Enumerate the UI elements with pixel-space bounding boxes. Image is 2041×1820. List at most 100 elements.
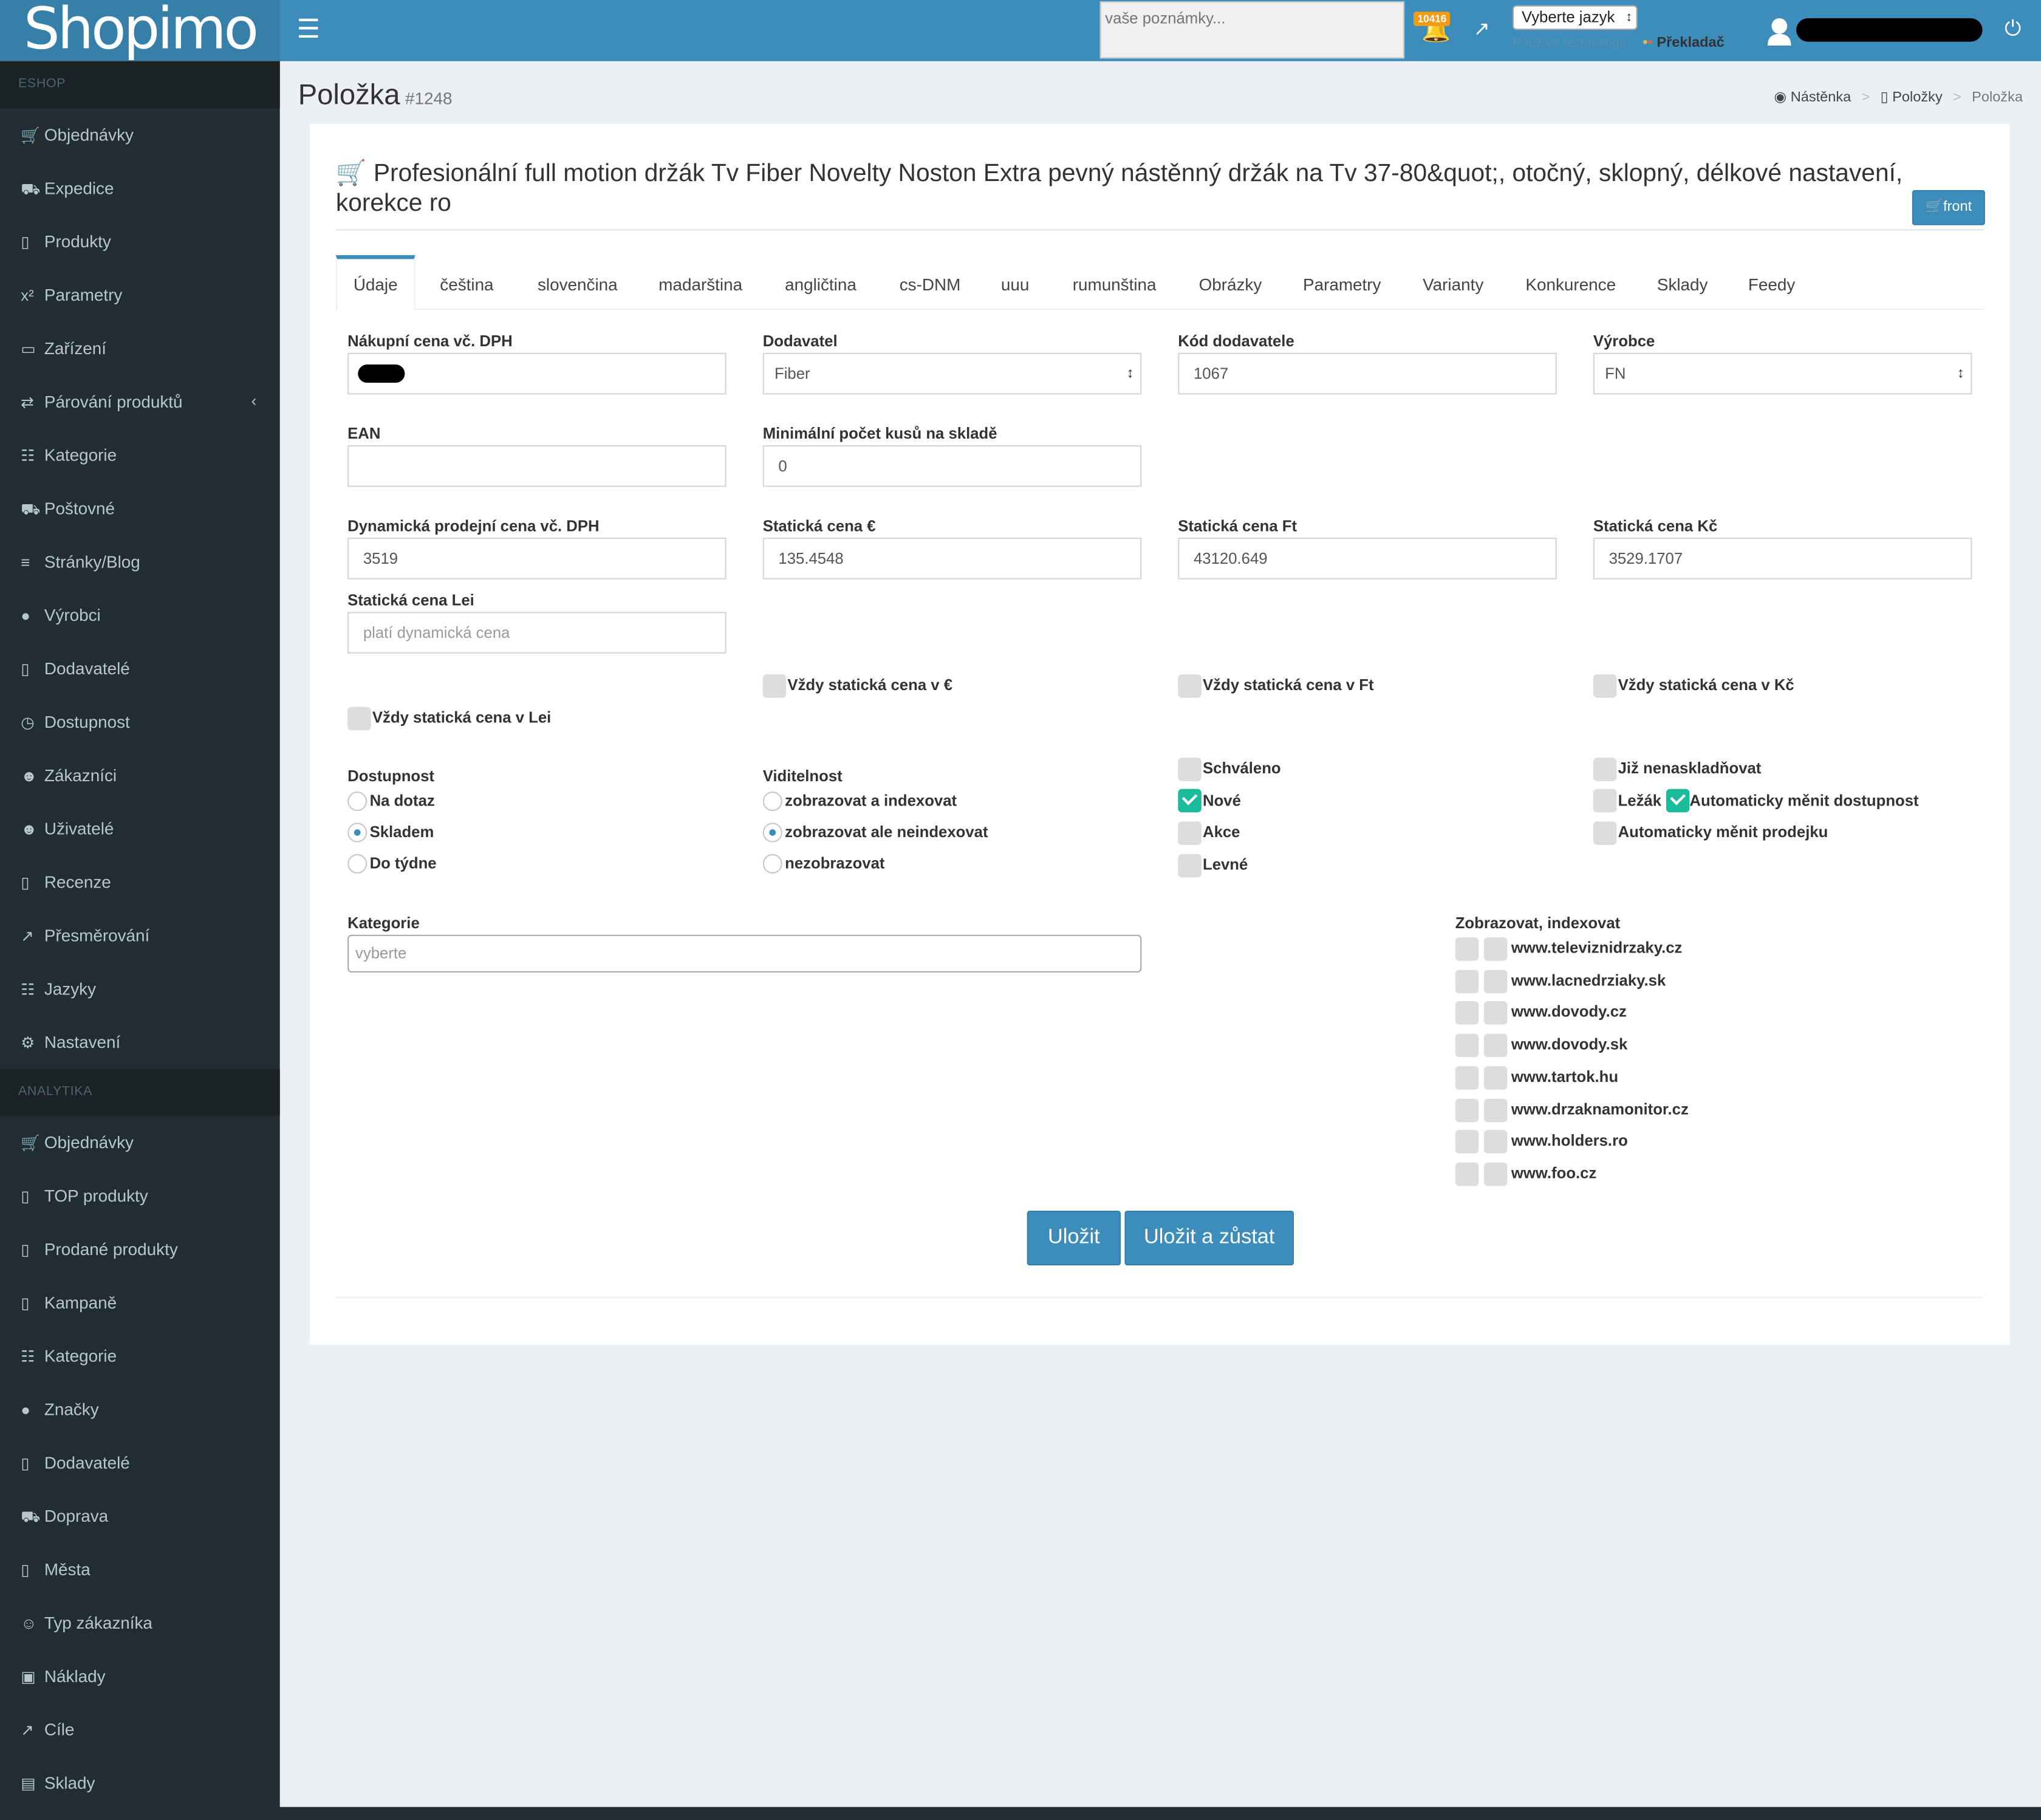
sidebar-item[interactable]: ↗ Cíle — [0, 1703, 280, 1756]
site-index-checkbox[interactable] — [1483, 1130, 1508, 1154]
static-lei-input[interactable]: platí dynamická cena — [347, 612, 726, 654]
dynamic-price-input[interactable]: 3519 — [347, 538, 726, 580]
site-index-checkbox[interactable] — [1483, 969, 1508, 993]
sidebar-item[interactable]: ▯ Dodavatelé — [0, 642, 280, 696]
sidebar-item[interactable]: ≡ Stránky/Blog — [0, 535, 280, 589]
sidebar-item[interactable]: ◷ Dostupnost — [0, 695, 280, 748]
manufacturer-select[interactable]: FN — [1593, 352, 1972, 395]
tab[interactable]: Obrázky — [1179, 256, 1262, 310]
sidebar-item[interactable]: ● Značky — [0, 1383, 280, 1436]
sidebar-item[interactable]: ▤ Sklady — [0, 1756, 280, 1810]
site-show-checkbox[interactable] — [1455, 1066, 1479, 1090]
sidebar-item[interactable]: ☻ Zákazníci — [0, 748, 280, 802]
static-eur-input[interactable]: 135.4548 — [762, 538, 1142, 580]
tab[interactable]: čeština — [420, 256, 493, 310]
site-index-checkbox[interactable] — [1483, 1098, 1508, 1122]
sidebar-item[interactable]: ⚙ Nastavení — [0, 1016, 280, 1069]
site-index-checkbox[interactable] — [1483, 1001, 1508, 1025]
tab[interactable]: Feedy — [1729, 256, 1795, 310]
tab[interactable]: Varianty — [1403, 256, 1483, 310]
user-avatar-icon[interactable] — [1766, 17, 1793, 46]
availability-radio-on-request[interactable] — [347, 791, 368, 812]
sidebar-item[interactable]: ▯ TOP produkty — [0, 1169, 280, 1222]
save-and-stay-button[interactable]: Uložit a zůstat — [1124, 1211, 1294, 1266]
tab[interactable]: Údaje — [335, 255, 415, 310]
visibility-radio-show-index[interactable] — [762, 791, 782, 812]
breadcrumb-dashboard[interactable]: Nástěnka — [1791, 90, 1851, 106]
availability-radio-within-week[interactable] — [347, 854, 368, 874]
breadcrumb-items[interactable]: Položky — [1892, 90, 1943, 106]
supplier-code-input[interactable]: 1067 — [1178, 352, 1557, 395]
sidebar-item[interactable]: ▣ Náklady — [0, 1649, 280, 1703]
site-show-checkbox[interactable] — [1455, 1130, 1479, 1154]
auto-seller-checkbox[interactable] — [1593, 821, 1617, 845]
min-stock-input[interactable]: 0 — [762, 445, 1142, 487]
site-show-checkbox[interactable] — [1455, 1033, 1479, 1058]
sidebar-item[interactable]: ↗ Přesměrování — [0, 909, 280, 962]
tab[interactable]: madarština — [639, 256, 742, 310]
tab[interactable]: rumunština — [1053, 256, 1157, 310]
sidebar-item[interactable]: 🛒 Objednávky — [0, 108, 280, 162]
tab[interactable]: Parametry — [1284, 256, 1381, 310]
site-show-checkbox[interactable] — [1455, 1001, 1479, 1025]
new-checkbox[interactable] — [1178, 789, 1202, 813]
sidebar-item[interactable]: ☻ Uživatelé — [0, 802, 280, 855]
visibility-radio-hide[interactable] — [762, 854, 782, 874]
sidebar-item[interactable]: ▯ Kampaně — [0, 1276, 280, 1329]
availability-radio-in-stock[interactable] — [347, 823, 368, 843]
sidebar-item[interactable]: ⛟ Doprava — [0, 1490, 280, 1543]
tab[interactable]: slovenčina — [518, 256, 618, 310]
front-button[interactable]: 🛒front — [1912, 190, 1985, 225]
tab[interactable]: Konkurence — [1506, 256, 1616, 310]
always-lei-checkbox[interactable] — [347, 706, 371, 731]
site-show-checkbox[interactable] — [1455, 1098, 1479, 1122]
sidebar-item[interactable]: 🛒 Objednávky — [0, 1116, 280, 1169]
power-icon[interactable]: ⏻ — [2005, 18, 2021, 42]
hamburger-menu-icon[interactable]: ☰ — [297, 17, 320, 43]
ean-input[interactable] — [347, 445, 726, 487]
site-index-checkbox[interactable] — [1483, 1033, 1508, 1058]
sidebar-item[interactable]: ⇄ Párování produktů ‹ — [0, 375, 280, 428]
tab[interactable]: cs-DNM — [880, 256, 961, 310]
sale-checkbox[interactable] — [1178, 821, 1202, 845]
sidebar-item[interactable]: ☷ Kategorie — [0, 1329, 280, 1383]
always-eur-checkbox[interactable] — [762, 674, 787, 698]
static-kc-input[interactable]: 3529.1707 — [1593, 538, 1972, 580]
sidebar-item[interactable]: x² Parametry — [0, 268, 280, 321]
sidebar-item[interactable]: ▯ Města — [0, 1543, 280, 1596]
notes-textarea[interactable] — [1099, 1, 1405, 59]
no-restock-checkbox[interactable] — [1593, 758, 1617, 781]
site-show-checkbox[interactable] — [1455, 1162, 1479, 1186]
logo[interactable]: Shopimo — [0, 0, 280, 61]
external-link-icon[interactable]: ↗ — [1474, 17, 1490, 43]
site-index-checkbox[interactable] — [1483, 1162, 1508, 1186]
supplier-select[interactable]: Fiber — [762, 352, 1142, 395]
always-ft-checkbox[interactable] — [1178, 674, 1202, 698]
sidebar-item[interactable]: ▯ Prodané produkty — [0, 1222, 280, 1276]
language-select[interactable]: Vyberte jazyk — [1513, 5, 1638, 30]
sidebar-item[interactable]: ▭ Zařízení — [0, 321, 280, 375]
sidebar-item[interactable]: ● Výrobci — [0, 589, 280, 642]
translator-link[interactable]: •• Překladač — [1643, 34, 1724, 52]
cheap-checkbox[interactable] — [1178, 854, 1202, 878]
site-index-checkbox[interactable] — [1483, 1066, 1508, 1090]
always-kc-checkbox[interactable] — [1593, 674, 1617, 698]
sidebar-item[interactable]: ⛟ Expedice — [0, 162, 280, 215]
auto-availability-checkbox[interactable] — [1666, 789, 1690, 813]
sidebar-item[interactable]: ▯ Recenze — [0, 855, 280, 909]
save-button[interactable]: Uložit — [1027, 1211, 1121, 1266]
slow-mover-checkbox[interactable] — [1593, 789, 1617, 813]
static-ft-input[interactable]: 43120.649 — [1178, 538, 1557, 580]
site-show-checkbox[interactable] — [1455, 937, 1479, 961]
site-show-checkbox[interactable] — [1455, 969, 1479, 993]
sidebar-item[interactable]: ⛟ Poštovné — [0, 482, 280, 535]
tab[interactable]: angličtina — [765, 256, 856, 310]
sidebar-item[interactable]: ▯ Produkty — [0, 215, 280, 269]
sidebar-item[interactable]: ☷ Jazyky — [0, 962, 280, 1016]
tab[interactable]: Sklady — [1638, 256, 1708, 310]
sidebar-item[interactable]: ☺ Typ zákazníka — [0, 1596, 280, 1649]
sidebar-item[interactable]: ☷ Kategorie — [0, 428, 280, 482]
sidebar-item[interactable]: ▯ Dodavatelé — [0, 1436, 280, 1490]
visibility-radio-show-noindex[interactable] — [762, 823, 782, 843]
category-select[interactable]: vyberte — [347, 934, 1142, 973]
